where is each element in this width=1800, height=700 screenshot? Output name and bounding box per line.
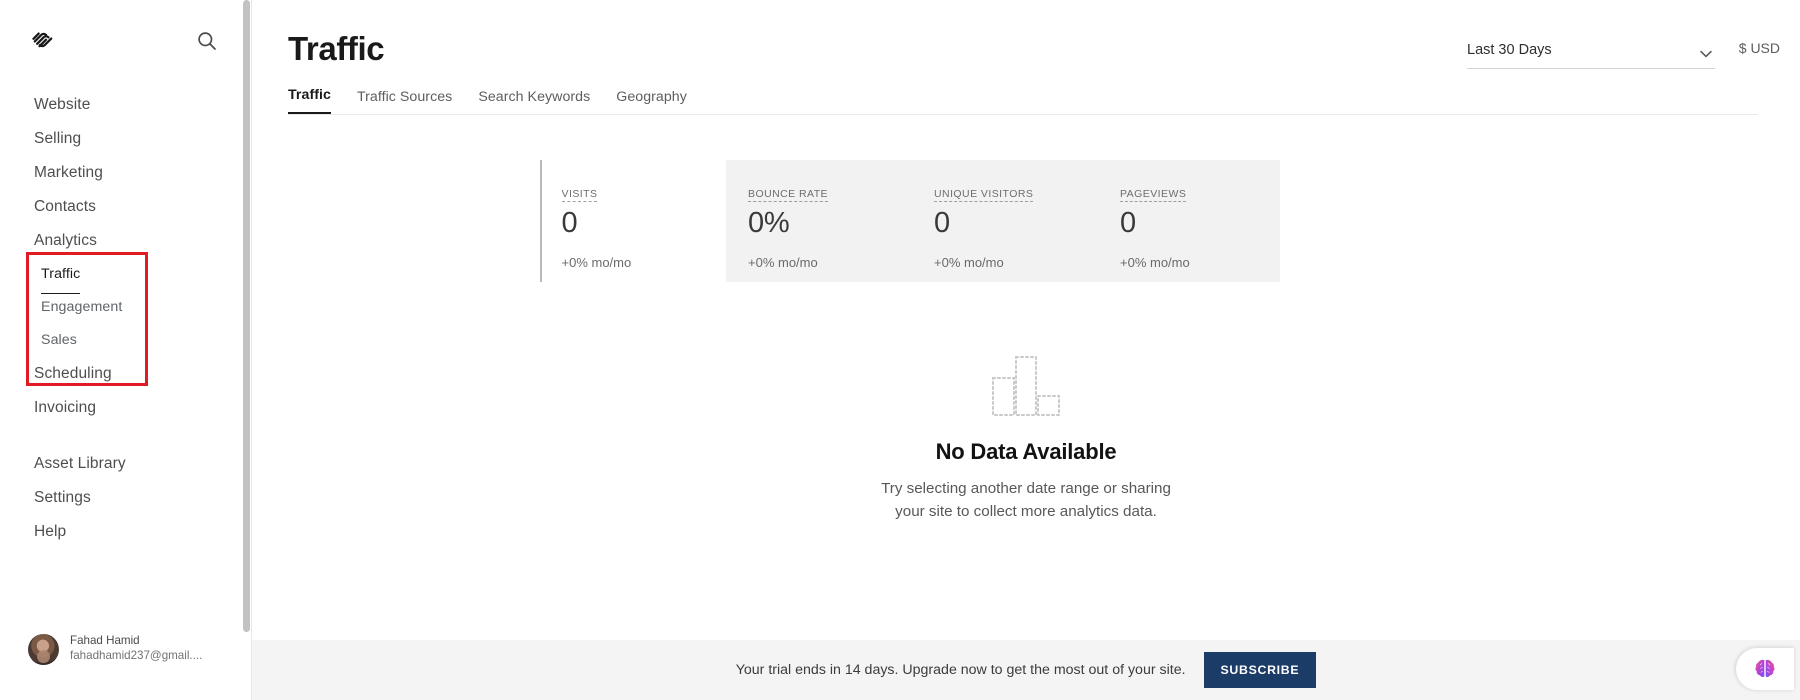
sidebar-item-website[interactable]: Website: [0, 88, 252, 122]
sidebar-item-label: Scheduling: [34, 365, 112, 382]
sidebar-item-label: Traffic: [41, 258, 81, 294]
tab-geography[interactable]: Geography: [616, 89, 687, 114]
metric-value: 0: [1120, 207, 1136, 239]
empty-state-line-2: your site to collect more analytics data…: [895, 503, 1157, 521]
metric-delta: +0% mo/mo: [561, 255, 632, 270]
account-name: Fahad Hamid: [70, 634, 140, 648]
sidebar-item-asset-library[interactable]: Asset Library: [0, 447, 252, 481]
analytics-traffic-page: Website Selling Marketing Contacts Analy…: [0, 0, 1800, 700]
tab-bar: Traffic Traffic Sources Search Keywords …: [288, 82, 687, 114]
metric-card-pageviews[interactable]: PAGEVIEWS 0 +0% mo/mo: [1098, 160, 1284, 282]
tab-search-keywords[interactable]: Search Keywords: [478, 89, 590, 114]
metric-delta: +0% mo/mo: [1120, 255, 1190, 270]
chevron-down-icon: [1700, 45, 1712, 58]
sidebar-item-settings[interactable]: Settings: [0, 481, 252, 515]
sidebar-item-label: Engagement: [41, 299, 123, 315]
sidebar-item-traffic[interactable]: Traffic: [0, 258, 252, 294]
sidebar-header: [0, 0, 251, 78]
account-email: fahadhamid237@gmail....: [70, 649, 203, 662]
sidebar-item-analytics[interactable]: Analytics: [0, 224, 252, 258]
metric-delta: +0% mo/mo: [748, 255, 818, 270]
account-row[interactable]: Fahad Hamid fahadhamid237@gmail....: [0, 626, 252, 672]
metric-card-bounce-rate[interactable]: BOUNCE RATE 0% +0% mo/mo: [726, 160, 912, 282]
sidebar-item-selling[interactable]: Selling: [0, 122, 252, 156]
trial-banner-text: Your trial ends in 14 days. Upgrade now …: [735, 662, 1186, 678]
avatar: [28, 633, 59, 665]
sidebar-item-label: Selling: [34, 130, 82, 147]
metric-label: BOUNCE RATE: [748, 188, 829, 202]
date-range-control: Last 30 Days: [1467, 38, 1715, 69]
metric-delta: +0% mo/mo: [934, 255, 1004, 270]
sidebar-item-invoicing[interactable]: Invoicing: [0, 391, 252, 425]
metric-card-unique-visitors[interactable]: UNIQUE VISITORS 0 +0% mo/mo: [912, 160, 1098, 282]
sidebar-item-marketing[interactable]: Marketing: [0, 156, 252, 190]
metric-card-group: VISITS 0 +0% mo/mo BOUNCE RATE 0% +0% mo…: [540, 160, 1280, 282]
sidebar-item-label: Marketing: [34, 164, 103, 181]
brain-icon: [1753, 657, 1777, 681]
sidebar-item-label: Contacts: [34, 198, 96, 215]
currency-label: $ USD: [1738, 40, 1780, 56]
sidebar-item-scheduling[interactable]: Scheduling: [0, 357, 252, 391]
metric-label: VISITS: [561, 188, 598, 202]
sidebar-scrollbar[interactable]: [242, 0, 251, 700]
metric-card-visits[interactable]: VISITS 0 +0% mo/mo: [540, 160, 726, 282]
metric-value: 0: [561, 207, 578, 239]
sidebar-item-label: Settings: [34, 489, 91, 506]
tab-traffic[interactable]: Traffic: [288, 87, 331, 114]
sidebar-item-help[interactable]: Help: [0, 515, 252, 549]
tab-traffic-sources[interactable]: Traffic Sources: [357, 89, 452, 114]
empty-state-title: No Data Available: [935, 439, 1117, 464]
empty-state-line-1: Try selecting another date range or shar…: [881, 480, 1171, 497]
sidebar-item-label: Sales: [41, 332, 77, 348]
sidebar-nav: Website Selling Marketing Contacts Analy…: [0, 88, 252, 549]
metric-value: 0%: [748, 207, 790, 239]
sidebar-item-label: Invoicing: [34, 399, 97, 416]
date-range-value: Last 30 Days: [1467, 42, 1552, 58]
date-range-select[interactable]: Last 30 Days: [1467, 38, 1715, 69]
sidebar-item-label: Help: [34, 523, 67, 540]
main-content: Traffic Last 30 Days $ USD Traffic Traff…: [252, 0, 1800, 700]
metric-value: 0: [934, 207, 950, 239]
bar-chart-dotted-icon: [991, 355, 1061, 417]
sidebar-item-label: Website: [34, 96, 91, 113]
squarespace-logo-icon[interactable]: [30, 27, 56, 53]
empty-state-description: Try selecting another date range or shar…: [252, 477, 1800, 523]
tab-bar-divider: [288, 114, 1758, 115]
account-meta: Fahad Hamid fahadhamid237@gmail....: [70, 634, 202, 664]
sidebar: Website Selling Marketing Contacts Analy…: [0, 0, 252, 700]
empty-state: No Data Available Try selecting another …: [252, 355, 1800, 523]
sidebar-scrollbar-thumb[interactable]: [243, 0, 250, 632]
page-title: Traffic: [288, 30, 385, 67]
sidebar-item-label: Asset Library: [34, 455, 126, 472]
metric-label: PAGEVIEWS: [1120, 188, 1187, 202]
ai-assistant-button[interactable]: [1736, 648, 1794, 690]
search-icon[interactable]: [196, 30, 218, 52]
nav-divider: [0, 425, 252, 447]
sidebar-item-engagement[interactable]: Engagement: [0, 291, 252, 324]
sidebar-item-sales[interactable]: Sales: [0, 324, 252, 357]
trial-banner: Your trial ends in 14 days. Upgrade now …: [252, 640, 1800, 700]
sidebar-item-label: Analytics: [34, 232, 97, 249]
metric-label: UNIQUE VISITORS: [934, 188, 1034, 202]
subscribe-button[interactable]: SUBSCRIBE: [1203, 652, 1317, 688]
sidebar-item-contacts[interactable]: Contacts: [0, 190, 252, 224]
